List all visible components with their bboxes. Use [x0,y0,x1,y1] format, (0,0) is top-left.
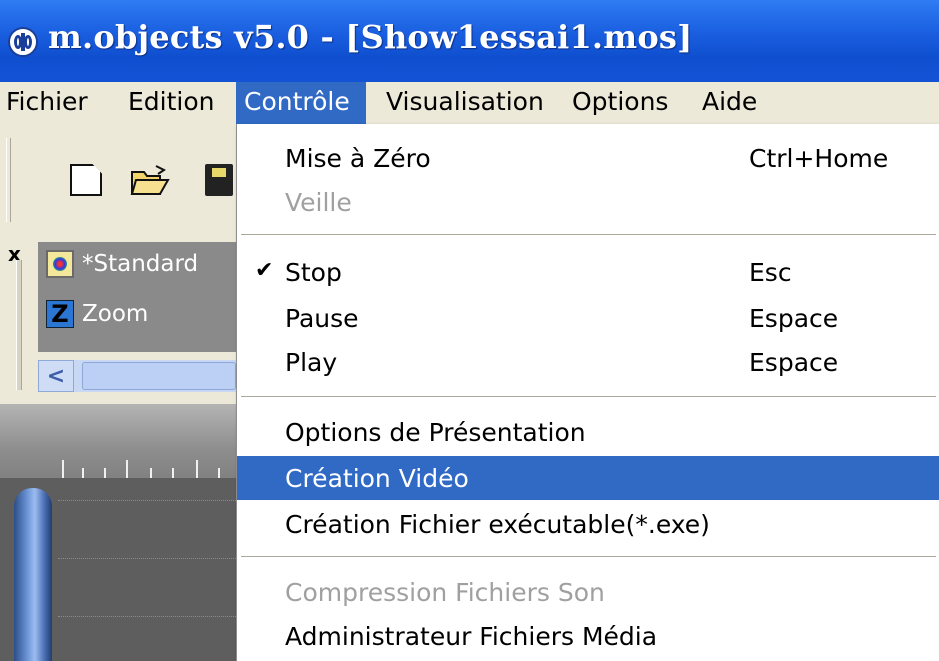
ruler-tick [126,460,128,478]
styles-panel: x *Standard Z Zoom < [0,236,236,404]
menu-item-label: Administrateur Fichiers Média [285,622,658,651]
track-divider [58,500,236,501]
menu-item-pause[interactable]: Pause Espace [237,296,939,340]
menu-item-label: Création Vidéo [285,464,469,493]
save-icon[interactable] [205,164,233,196]
menu-item-administrateur-media[interactable]: Administrateur Fichiers Média [237,614,939,658]
menu-item-play[interactable]: Play Espace [237,340,939,384]
menu-fichier[interactable]: Fichier [6,82,88,124]
menu-visualisation[interactable]: Visualisation [386,82,544,124]
list-item-label: Zoom [82,301,149,327]
menu-item-mise-a-zero[interactable]: Mise à Zéro Ctrl+Home [237,136,939,180]
menu-edition[interactable]: Edition [128,82,215,124]
ruler-tick [150,468,152,478]
menu-item-label: Stop [285,258,342,287]
menu-item-creation-video[interactable]: Création Vidéo [237,456,939,500]
menu-bar: Fichier Edition Contrôle Visualisation O… [0,82,939,125]
timeline-ruler[interactable] [0,448,236,478]
menu-item-shortcut: Esc [749,258,792,287]
track-divider [58,558,236,559]
ruler-tick [62,460,64,478]
ruler-tick [172,468,174,478]
menu-item-shortcut: Espace [749,348,839,377]
menu-item-shortcut: Ctrl+Home [749,144,889,173]
scroll-thumb[interactable] [82,362,236,390]
ruler-tick [218,468,220,478]
horizontal-scrollbar[interactable]: < [38,360,236,392]
app-logo-icon [8,27,38,57]
menu-item-label: Veille [285,188,352,217]
menu-separator [241,396,936,398]
menu-item-label: Options de Présentation [285,418,586,447]
new-document-icon[interactable] [70,164,102,196]
list-item-zoom[interactable]: Z Zoom [46,296,148,332]
title-bar: m.objects v5.0 - [Show1essai1.mos] [0,0,939,82]
check-icon: ✔ [255,258,274,283]
controle-dropdown-menu: Mise à Zéro Ctrl+Home Veille ✔ Stop Esc … [236,124,939,661]
list-item-standard[interactable]: *Standard [46,246,198,282]
menu-item-label: Pause [285,304,359,333]
ruler-tick [82,468,84,478]
track-handle[interactable] [14,488,52,661]
scroll-left-button[interactable]: < [38,360,74,392]
window-title: m.objects v5.0 - [Show1essai1.mos] [48,18,693,56]
menu-aide[interactable]: Aide [702,82,757,124]
panel-splitter[interactable] [16,260,22,390]
menu-item-shortcut: Espace [749,304,839,333]
menu-separator [241,234,936,236]
menu-item-label: Compression Fichiers Son [285,578,605,607]
standard-icon [46,250,74,278]
ruler-tick [104,468,106,478]
list-item-label: *Standard [82,251,199,277]
menu-item-label: Play [285,348,338,377]
track-divider [58,616,236,617]
menu-options[interactable]: Options [572,82,668,124]
menu-item-options-presentation[interactable]: Options de Présentation [237,410,939,454]
menu-item-compression-son: Compression Fichiers Son [237,570,939,614]
menu-separator [241,556,936,558]
toolbar-grip[interactable] [6,138,11,222]
menu-controle[interactable]: Contrôle [236,82,366,124]
open-folder-icon[interactable] [130,164,170,196]
menu-item-creation-executable[interactable]: Création Fichier exécutable(*.exe) [237,502,939,546]
styles-list: *Standard Z Zoom [38,242,236,352]
menu-item-stop[interactable]: ✔ Stop Esc [237,250,939,294]
menu-item-veille: Veille [237,180,939,224]
ruler-tick [196,460,198,478]
toolbar [0,124,236,237]
menu-item-label: Mise à Zéro [285,144,431,173]
zoom-icon: Z [46,300,74,328]
menu-item-label: Création Fichier exécutable(*.exe) [285,510,710,539]
